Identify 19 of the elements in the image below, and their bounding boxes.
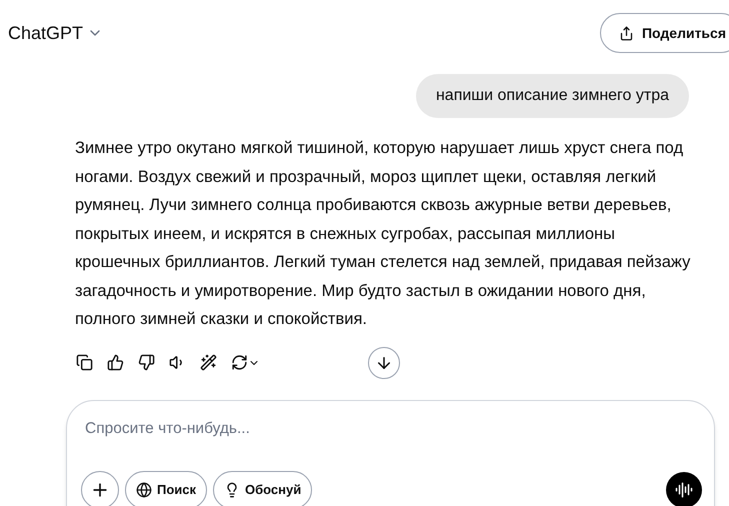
share-icon bbox=[618, 26, 634, 40]
tool-button[interactable]: Обоснуй bbox=[213, 470, 312, 506]
regenerate-button[interactable] bbox=[231, 354, 260, 371]
assistant-message: Зимнее утро окутано мягкой тишиной, которую нарушает лишь хруст снега под ногами. Воздух свежий и прозрачный, мороз щиплет щеки, оставляя легкий румянец. Лучи зимнего солнца пробиваются сквозь ажурные ветви деревьев, покрытых инеем, и искрятся в снежных сугробах, рассыпая миллионы крошечных бриллиантов. Легкий туман стелется над землей, придавая пейзажу загадочность и умиротворение. Мир будто застыл в ожидании нового дня, полного зимней сказки и спокойствия. bbox=[75, 138, 692, 330]
share-button[interactable]: Поделиться bbox=[600, 13, 729, 53]
wand-icon[interactable] bbox=[200, 354, 217, 371]
user-message-bubble: напиши описание зимнего утра bbox=[416, 74, 689, 118]
scroll-down-button[interactable] bbox=[368, 346, 400, 378]
model-selector[interactable]: ChatGPT bbox=[8, 20, 104, 46]
tool-button[interactable]: Поиск bbox=[125, 470, 208, 506]
refresh-icon bbox=[231, 354, 248, 371]
message-input[interactable]: Спросите что-нибудь... bbox=[81, 416, 700, 440]
copy-icon[interactable] bbox=[76, 354, 93, 371]
thumbs-down-icon[interactable] bbox=[138, 354, 155, 371]
globe-icon bbox=[136, 482, 152, 498]
voice-button[interactable] bbox=[666, 472, 702, 506]
thumbs-up-icon[interactable] bbox=[107, 354, 124, 371]
audio-lines-icon bbox=[675, 480, 693, 498]
add-button[interactable] bbox=[81, 470, 119, 506]
